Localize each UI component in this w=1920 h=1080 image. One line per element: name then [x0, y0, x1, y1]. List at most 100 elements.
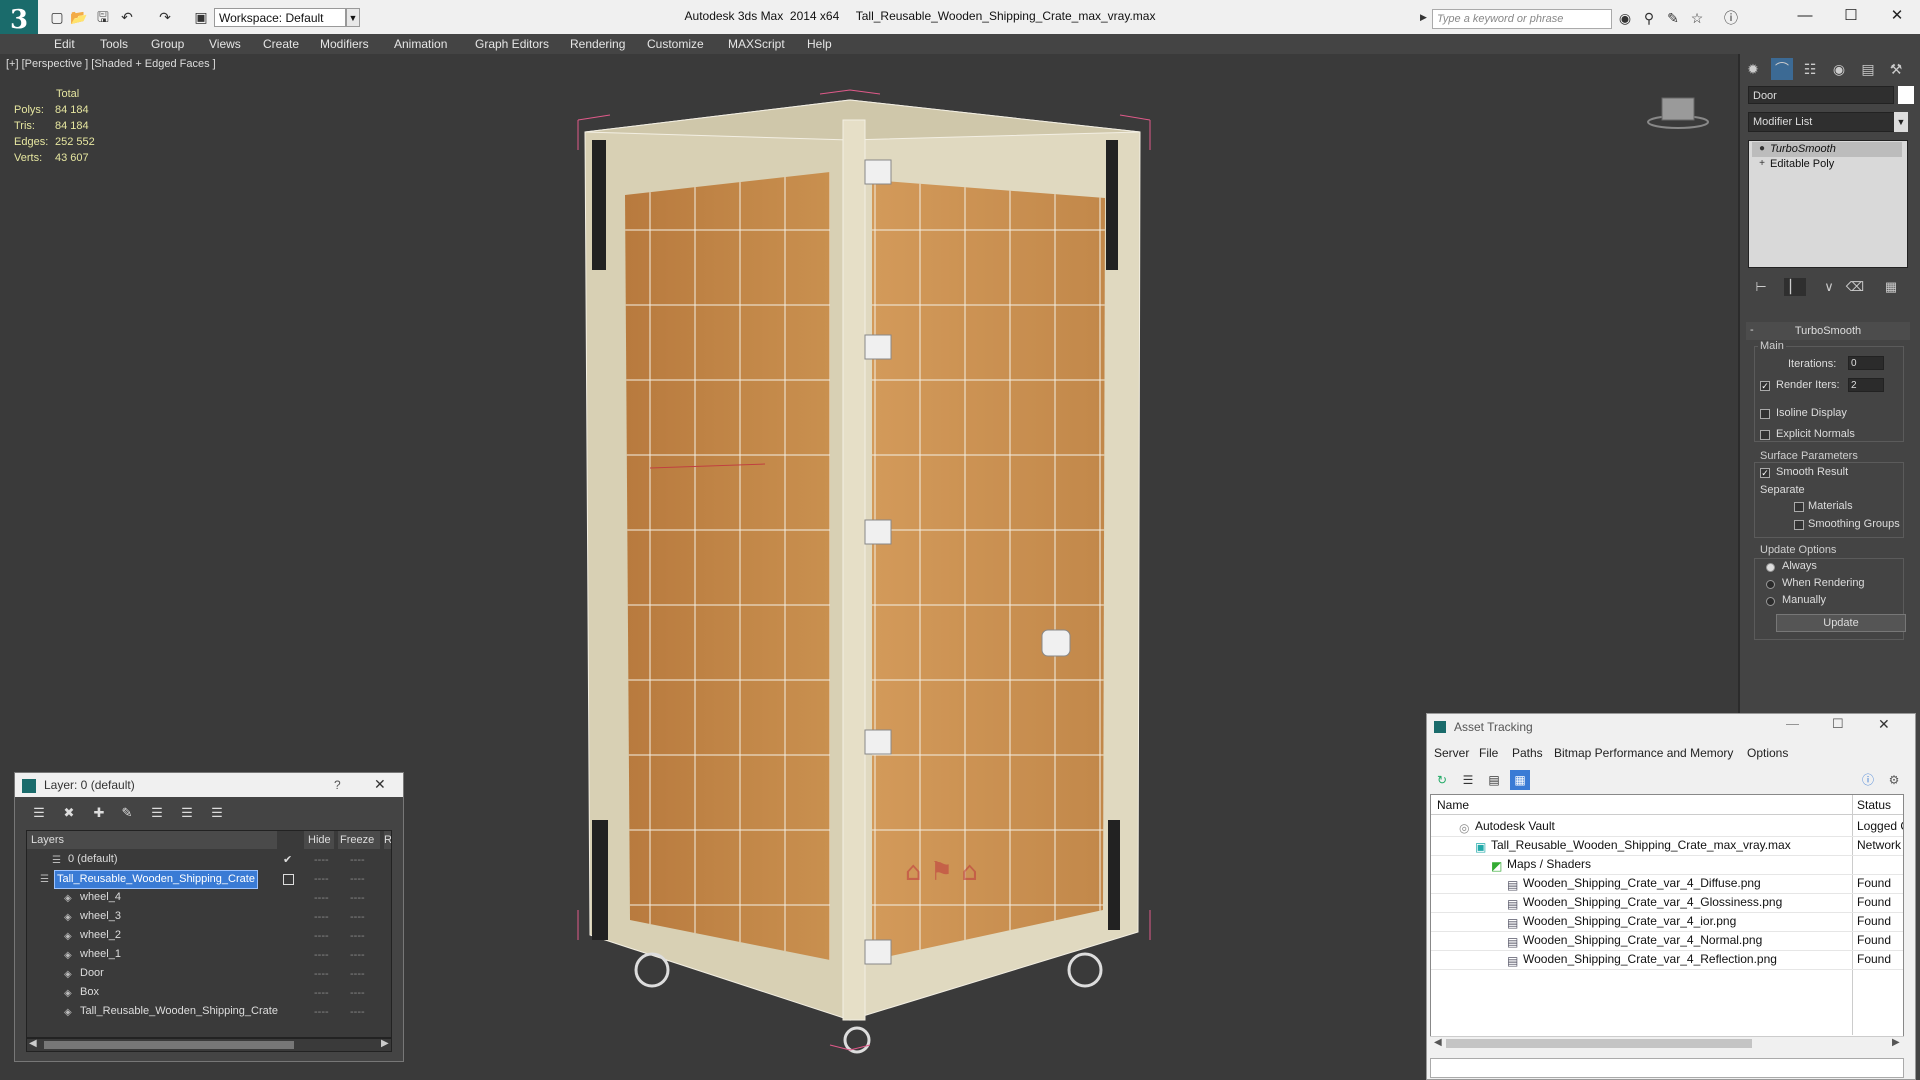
menu-edit[interactable]: Edit [54, 34, 75, 54]
layer-row-name[interactable]: wheel_1 [78, 946, 123, 963]
new-file-icon[interactable]: ▢ [48, 8, 66, 26]
freeze-toggle[interactable]: ---- [350, 870, 365, 889]
close-icon[interactable]: ✕ [1878, 716, 1890, 733]
table-view-icon[interactable]: ▦ [1510, 770, 1530, 790]
modifier-list-dropdown[interactable]: Modifier List [1748, 112, 1908, 132]
hide-toggle[interactable]: ---- [314, 908, 329, 927]
current-layer-check-icon[interactable]: ✔ [283, 851, 292, 870]
motion-tab-icon[interactable]: ◉ [1828, 58, 1850, 80]
explicit-normals-checkbox[interactable] [1760, 430, 1770, 440]
help-button[interactable]: ? [334, 778, 341, 792]
delete-layer-icon[interactable]: ✖ [58, 802, 80, 824]
maximize-icon[interactable]: ☐ [1828, 4, 1874, 28]
menu-views[interactable]: Views [209, 34, 241, 54]
column-header-hide[interactable]: Hide [304, 831, 334, 849]
pin-stack-icon[interactable]: ⊢ [1750, 278, 1772, 296]
menu-rendering[interactable]: Rendering [570, 34, 625, 54]
layer-row[interactable]: ◈ wheel_4 ---- ---- [28, 889, 390, 908]
help-icon[interactable]: ⓘ [1722, 9, 1740, 27]
update-button[interactable]: Update [1776, 614, 1906, 632]
menu-group[interactable]: Group [151, 34, 184, 54]
viewcube-icon[interactable] [1646, 96, 1710, 130]
freeze-toggle[interactable]: ---- [350, 851, 365, 870]
configure-sets-icon[interactable]: ▦ [1880, 278, 1902, 296]
redo-icon[interactable]: ↷ [156, 8, 174, 26]
freeze-toggle[interactable]: ---- [350, 1003, 365, 1022]
close-icon[interactable]: ✕ [374, 776, 386, 793]
close-icon[interactable]: ✕ [1874, 4, 1920, 28]
remove-modifier-icon[interactable]: ⌫ [1844, 278, 1866, 296]
settings-icon[interactable]: ⚙ [1884, 770, 1904, 790]
expand-arrow-icon[interactable]: ▶ [1420, 12, 1428, 24]
object-name-field[interactable]: Door [1748, 86, 1894, 104]
lightbulb-icon[interactable]: ● [1756, 143, 1768, 155]
hide-toggle[interactable]: ---- [314, 889, 329, 908]
asset-row[interactable]: ▤ Wooden_Shipping_Crate_var_4_ior.png Foun… [1431, 912, 1903, 932]
menu-graph-editors[interactable]: Graph Editors [475, 34, 549, 54]
viewport-label[interactable]: [+] [Perspective ] [Shaded + Edged Faces… [6, 58, 216, 70]
column-header-render[interactable]: R [384, 831, 391, 849]
search-input[interactable]: Type a keyword or phrase [1432, 9, 1612, 29]
hide-toggle[interactable]: ---- [314, 851, 329, 870]
hide-all-layers-icon[interactable]: ☰ [176, 802, 198, 824]
stack-item-editable-poly[interactable]: Editable Poly [1752, 157, 1902, 172]
stack-item-turbosmooth[interactable]: TurboSmooth [1752, 142, 1902, 157]
asset-menu-options[interactable]: Options [1747, 744, 1788, 762]
column-header-layers[interactable]: Layers [27, 831, 277, 849]
menu-tools[interactable]: Tools [100, 34, 128, 54]
freeze-toggle[interactable]: ---- [350, 984, 365, 1003]
maximize-icon[interactable]: ☐ [1832, 716, 1844, 732]
layer-row-name[interactable]: wheel_2 [78, 927, 123, 944]
smooth-result-checkbox[interactable]: ✓ [1760, 468, 1770, 478]
layer-row[interactable]: ☰ Tall_Reusable_Wooden_Shipping_Crate ----… [28, 870, 390, 889]
freeze-toggle[interactable]: ---- [350, 908, 365, 927]
render-iters-checkbox[interactable]: ✓ [1760, 381, 1770, 391]
favorites-star-icon[interactable]: ☆ [1688, 9, 1706, 27]
scroll-left-icon[interactable]: ◀ [1434, 1037, 1442, 1048]
menu-help[interactable]: Help [807, 34, 832, 54]
isoline-display-checkbox[interactable] [1760, 409, 1770, 419]
menu-create[interactable]: Create [263, 34, 299, 54]
scrollbar-thumb[interactable] [1446, 1039, 1752, 1048]
list-view-icon[interactable]: ☰ [1458, 770, 1478, 790]
undo-icon[interactable]: ↶ [118, 8, 136, 26]
show-end-result-icon[interactable]: ▏ [1784, 278, 1806, 296]
minimize-icon[interactable]: — [1786, 716, 1799, 731]
render-iters-spinner[interactable]: 2 [1848, 378, 1884, 392]
scroll-right-icon[interactable]: ▶ [381, 1038, 389, 1049]
make-unique-icon[interactable]: ∨ [1818, 278, 1840, 296]
refresh-icon[interactable]: ↻ [1432, 770, 1452, 790]
asset-menu-file[interactable]: File [1479, 744, 1498, 762]
workspace-dropdown[interactable]: Workspace: Default [214, 8, 346, 27]
asset-menu-bitmap-performance[interactable]: Bitmap Performance and Memory [1554, 744, 1733, 762]
hide-toggle[interactable]: ---- [314, 946, 329, 965]
modify-tab-icon[interactable]: ⌒ [1771, 58, 1793, 80]
shipping-crate-model[interactable]: ⌂ ⚑ ⌂ [560, 80, 1180, 1060]
hide-toggle[interactable]: ---- [314, 927, 329, 946]
layer-row-name[interactable]: wheel_4 [78, 889, 123, 906]
add-to-layer-icon[interactable]: ✚ [88, 802, 110, 824]
set-current-layer-icon[interactable] [283, 874, 294, 885]
asset-row[interactable]: ◎ Autodesk Vault Logged O [1431, 817, 1903, 837]
display-tab-icon[interactable]: ▤ [1857, 58, 1879, 80]
scrollbar-thumb[interactable] [44, 1041, 294, 1049]
layer-row-name[interactable]: Door [78, 965, 106, 982]
asset-row[interactable]: ▣ Tall_Reusable_Wooden_Shipping_Crate_max… [1431, 836, 1903, 856]
menu-animation[interactable]: Animation [394, 34, 447, 54]
layer-row[interactable]: ◈ Tall_Reusable_Wooden_Shipping_Crate ----… [28, 1003, 390, 1022]
hide-toggle[interactable]: ---- [314, 965, 329, 984]
save-icon[interactable]: 🖫 [94, 8, 112, 26]
layer-row[interactable]: ☰ 0 (default) ✔ ---- ---- [28, 851, 390, 870]
asset-menu-server[interactable]: Server [1434, 744, 1469, 762]
binoculars-icon[interactable]: ◉ [1616, 9, 1634, 27]
freeze-toggle[interactable]: ---- [350, 927, 365, 946]
select-objects-icon[interactable]: ✎ [116, 802, 138, 824]
freeze-toggle[interactable]: ---- [350, 889, 365, 908]
help-icon[interactable]: ⓘ [1858, 770, 1878, 790]
scroll-right-icon[interactable]: ▶ [1892, 1037, 1900, 1048]
manually-radio[interactable] [1766, 597, 1775, 606]
asset-row[interactable]: ▤ Wooden_Shipping_Crate_var_4_Normal.png F… [1431, 931, 1903, 951]
iterations-spinner[interactable]: 0 [1848, 356, 1884, 370]
subscription-icon[interactable]: ⚲ [1640, 9, 1658, 27]
layer-row[interactable]: ◈ Box ---- ---- [28, 984, 390, 1003]
